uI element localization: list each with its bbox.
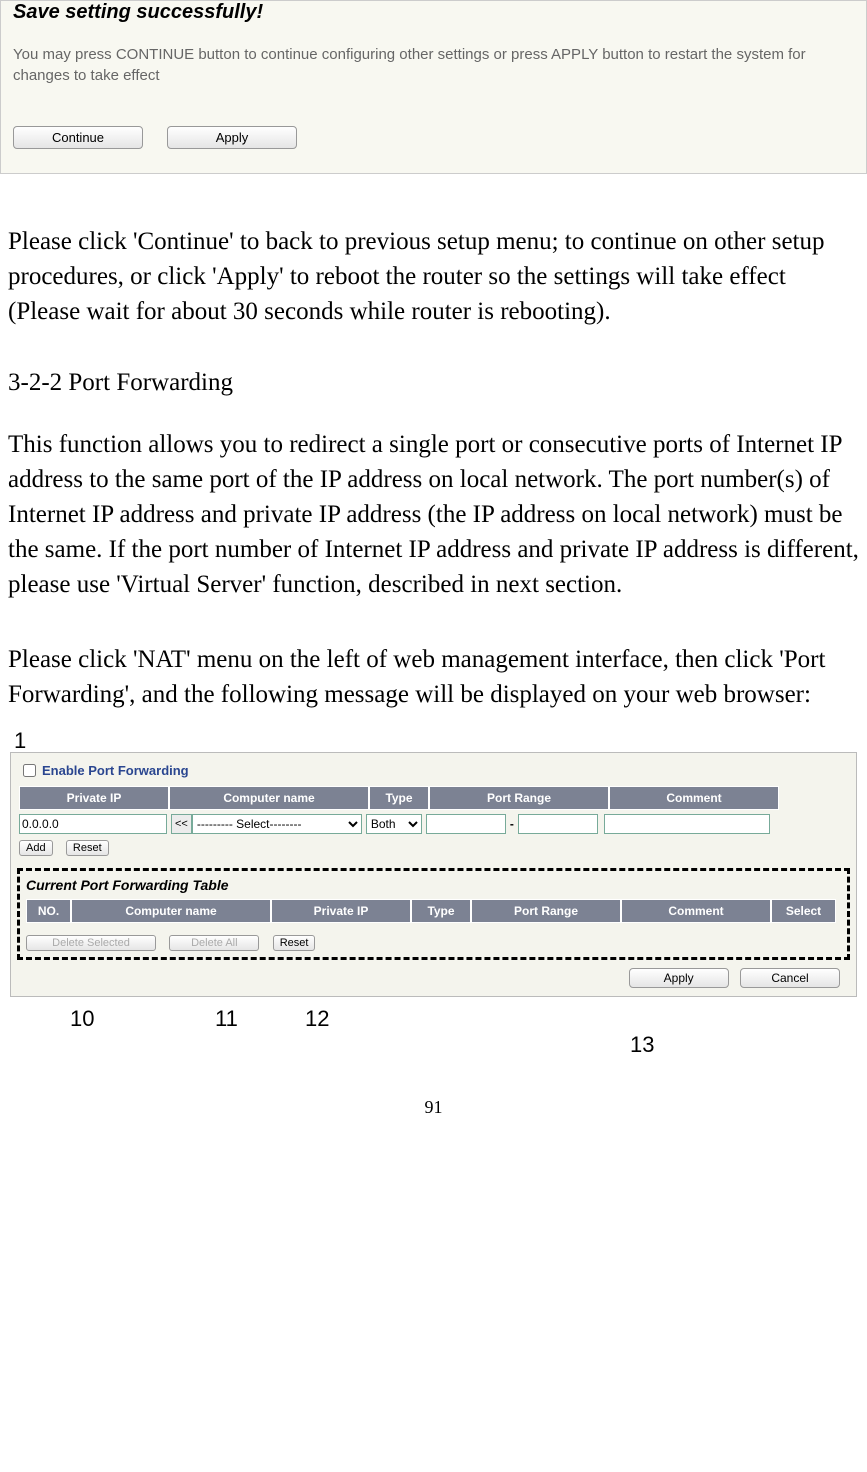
type-select[interactable]: Both bbox=[366, 814, 422, 834]
dialog-text: You may press CONTINUE button to continu… bbox=[13, 44, 854, 86]
header-comment: Comment bbox=[609, 786, 779, 810]
header-computer-name: Computer name bbox=[169, 786, 369, 810]
add-reset-row: Add Reset bbox=[19, 840, 848, 856]
paragraph-3: Please click 'NAT' menu on the left of w… bbox=[0, 642, 867, 712]
paragraph-1: Please click 'Continue' to back to previ… bbox=[0, 224, 867, 329]
callout-11: 11 bbox=[215, 1006, 238, 1032]
delete-selected-button[interactable]: Delete Selected bbox=[26, 935, 156, 951]
header2-private-ip: Private IP bbox=[271, 899, 411, 923]
current-table-section: Current Port Forwarding Table NO. Comput… bbox=[17, 868, 850, 960]
header2-type: Type bbox=[411, 899, 471, 923]
apply-button[interactable]: Apply bbox=[167, 126, 297, 149]
input-row: << --------- Select-------- Both - bbox=[19, 814, 848, 834]
port-range-dash: - bbox=[506, 817, 518, 831]
page-number: 91 bbox=[0, 1097, 867, 1138]
header-private-ip: Private IP bbox=[19, 786, 169, 810]
callout-13: 13 bbox=[630, 1032, 654, 1058]
cancel-ui-button[interactable]: Cancel bbox=[740, 968, 840, 988]
header2-no: NO. bbox=[26, 899, 71, 923]
enable-label: Enable Port Forwarding bbox=[42, 763, 189, 778]
header-type: Type bbox=[369, 786, 429, 810]
paragraph-2: This function allows you to redirect a s… bbox=[0, 427, 867, 602]
comment-input[interactable] bbox=[604, 814, 770, 834]
dialog-title: Save setting successfully! bbox=[13, 1, 854, 24]
section-heading: 3-2-2 Port Forwarding bbox=[0, 369, 867, 397]
current-header-row: NO. Computer name Private IP Type Port R… bbox=[26, 899, 841, 923]
header2-comment: Comment bbox=[621, 899, 771, 923]
header2-computer-name: Computer name bbox=[71, 899, 271, 923]
header-port-range: Port Range bbox=[429, 786, 609, 810]
private-ip-input[interactable] bbox=[19, 814, 167, 834]
add-button[interactable]: Add bbox=[19, 840, 53, 856]
port-range-end-input[interactable] bbox=[518, 814, 598, 834]
computer-name-select[interactable]: --------- Select-------- bbox=[192, 814, 362, 834]
bottom-buttons: Apply Cancel bbox=[19, 968, 848, 988]
callout-12: 12 bbox=[305, 1006, 329, 1032]
port-range-start-input[interactable] bbox=[426, 814, 506, 834]
reset-table-button[interactable]: Reset bbox=[273, 935, 316, 951]
header2-select: Select bbox=[771, 899, 836, 923]
current-table-title: Current Port Forwarding Table bbox=[26, 877, 841, 893]
apply-ui-button[interactable]: Apply bbox=[629, 968, 729, 988]
header2-port-range: Port Range bbox=[471, 899, 621, 923]
enable-checkbox[interactable] bbox=[23, 764, 36, 777]
port-forwarding-ui: 1 2 3 4 5 6 7 8 9 10 11 12 13 Enable Por… bbox=[10, 752, 857, 997]
continue-button[interactable]: Continue bbox=[13, 126, 143, 149]
reset-button[interactable]: Reset bbox=[66, 840, 109, 856]
table-action-row: Delete Selected Delete All Reset bbox=[26, 935, 841, 951]
dialog-buttons: Continue Apply bbox=[13, 126, 854, 149]
callout-1: 1 bbox=[14, 728, 26, 754]
callout-10: 10 bbox=[70, 1006, 94, 1032]
save-dialog: Save setting successfully! You may press… bbox=[0, 0, 867, 174]
input-header-row: Private IP Computer name Type Port Range… bbox=[19, 786, 848, 810]
enable-row: Enable Port Forwarding bbox=[19, 761, 848, 780]
select-arrow-button[interactable]: << bbox=[171, 814, 192, 834]
ui-panel: Enable Port Forwarding Private IP Comput… bbox=[10, 752, 857, 997]
delete-all-button[interactable]: Delete All bbox=[169, 935, 259, 951]
